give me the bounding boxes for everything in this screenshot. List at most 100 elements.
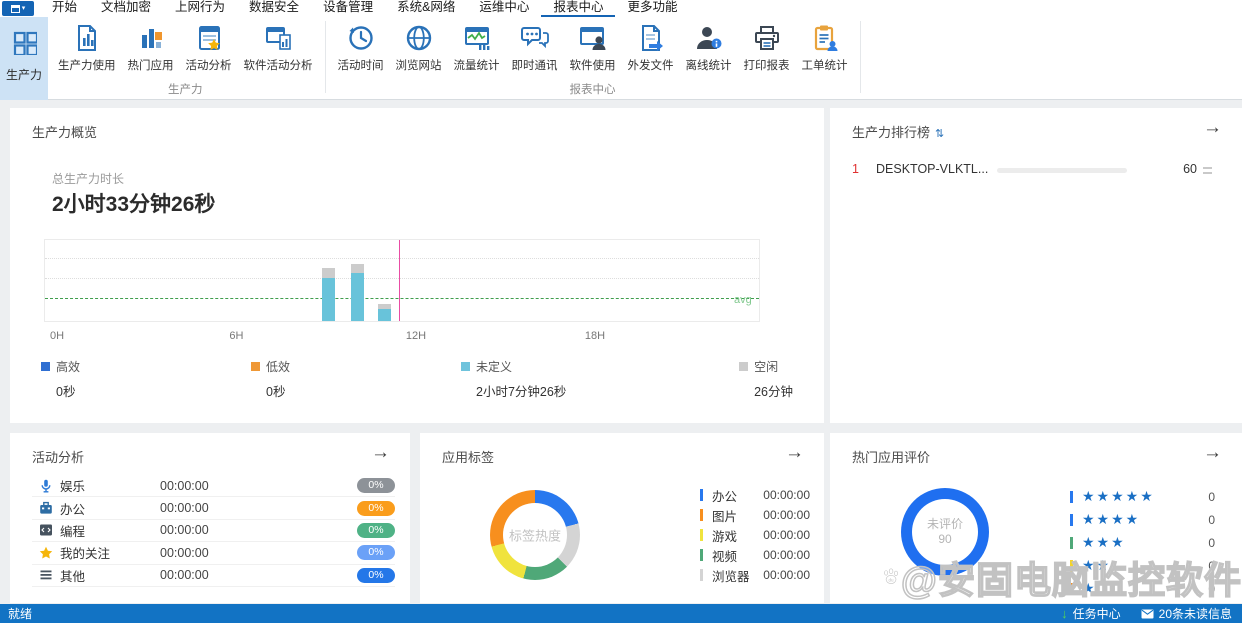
tag-label: 游戏 xyxy=(712,526,737,545)
open-panel-arrow-icon[interactable]: → xyxy=(785,442,804,464)
activity-time: 00:00:00 xyxy=(160,568,209,582)
briefcase-icon xyxy=(39,501,53,515)
menu-tab-7[interactable]: 报表中心 xyxy=(541,0,615,17)
panel-title: 生产力概览 xyxy=(32,122,97,141)
statusbar: 就绪 ↓ 任务中心 20条未读信息 xyxy=(0,604,1242,623)
activity-row[interactable]: 娱乐 00:00:00 0% xyxy=(32,475,395,497)
gridline xyxy=(45,258,759,259)
ribbon-group-label: 报表中心 xyxy=(328,83,858,99)
doc-bars-icon xyxy=(72,23,102,53)
ribbon-divider xyxy=(860,21,861,93)
open-panel-arrow-icon[interactable]: → xyxy=(1203,442,1222,464)
ribbon-button-bars[interactable]: 热门应用 xyxy=(122,21,180,83)
menu-tab-0[interactable]: 开始 xyxy=(40,0,89,17)
star-rating: ★★★★ xyxy=(1082,512,1140,528)
ribbon-button-globe[interactable]: 浏览网站 xyxy=(390,21,448,83)
ribbon-group-label: 生产力 xyxy=(48,83,323,99)
star-rating: ★★ xyxy=(1082,558,1111,574)
activity-label: 我的关注 xyxy=(60,543,110,562)
activity-time: 00:00:00 xyxy=(160,479,209,493)
legend-name: 高效 xyxy=(56,358,80,375)
star-rating: ★★★★★ xyxy=(1082,489,1155,505)
app-menu-button[interactable]: ▾ xyxy=(2,1,34,16)
task-center-button[interactable]: ↓ 任务中心 xyxy=(1061,605,1121,622)
open-panel-arrow-icon[interactable]: → xyxy=(1203,117,1222,139)
activity-row[interactable]: 我的关注 00:00:00 0% xyxy=(32,542,395,564)
total-duration-value: 2小时33分钟26秒 xyxy=(52,188,215,218)
x-tick-label: 0H xyxy=(50,330,64,342)
activity-time: 00:00:00 xyxy=(160,523,209,537)
ribbon-button-clock[interactable]: 活动时间 xyxy=(332,21,390,83)
tag-legend: 办公00:00:00图片00:00:00游戏00:00:00视频00:00:00… xyxy=(700,485,810,585)
activity-row[interactable]: 其他 00:00:00 0% xyxy=(32,565,395,587)
ribbon-group-1: 活动时间浏览网站流量统计即时通讯软件使用外发文件离线统计打印报表工单统计报表中心 xyxy=(328,17,858,99)
rating-count: 0 xyxy=(1208,582,1215,596)
panel-title: 活动分析 xyxy=(32,447,84,466)
legend-tick xyxy=(700,529,703,541)
score-progress-bar xyxy=(997,168,1127,173)
ribbon-button-label: 软件活动分析 xyxy=(244,57,313,73)
ribbon-button-label: 流量统计 xyxy=(454,57,500,73)
legend-name: 未定义 xyxy=(476,358,512,375)
legend-swatch xyxy=(739,362,748,371)
ribbon-button-window-bars[interactable]: 软件活动分析 xyxy=(238,21,319,83)
ribbon-button-label: 活动分析 xyxy=(186,57,232,73)
activity-row[interactable]: 办公 00:00:00 0% xyxy=(32,497,395,519)
code-icon xyxy=(39,523,53,537)
legend-value: 26分钟 xyxy=(754,381,793,400)
panel-hot-app-rating: 热门应用评价 → 未评价 90 ★★★★★0★★★★0★★★0★★0★0 xyxy=(830,433,1242,603)
legend-item: 高效0秒 xyxy=(41,358,80,400)
ribbon-button-doc-arrow[interactable]: 外发文件 xyxy=(622,21,680,83)
menu-tab-5[interactable]: 系统&网络 xyxy=(385,0,467,17)
open-panel-arrow-icon[interactable]: → xyxy=(371,442,390,464)
activity-row[interactable]: 编程 00:00:00 0% xyxy=(32,520,395,542)
activity-time: 00:00:00 xyxy=(160,501,209,515)
star-rating: ★ xyxy=(1082,581,1097,597)
sort-icon[interactable]: ⇅ xyxy=(935,128,944,140)
tag-label: 办公 xyxy=(712,486,737,505)
tag-time: 00:00:00 xyxy=(763,528,810,542)
menu-tab-4[interactable]: 设备管理 xyxy=(311,0,385,17)
ribbon: 生产力 生产力使用热门应用活动分析软件活动分析生产力活动时间浏览网站流量统计即时… xyxy=(0,17,1242,100)
legend-tick xyxy=(700,549,703,561)
productivity-grid-icon xyxy=(11,29,37,60)
donut-center-label: 标签热度 xyxy=(509,526,561,545)
ribbon-button-printer[interactable]: 打印报表 xyxy=(738,21,796,83)
unread-messages-button[interactable]: 20条未读信息 xyxy=(1141,605,1232,622)
ribbon-divider xyxy=(325,21,326,93)
menu-tab-3[interactable]: 数据安全 xyxy=(237,0,311,17)
activity-percent-badge: 0% xyxy=(357,478,395,493)
legend-value: 0秒 xyxy=(266,381,290,400)
tag-legend-row: 图片00:00:00 xyxy=(700,505,810,525)
avg-line xyxy=(45,298,759,299)
ribbon-button-window-pulse[interactable]: 流量统计 xyxy=(448,21,506,83)
tag-label: 视频 xyxy=(712,546,737,565)
x-tick-label: 18H xyxy=(585,330,605,342)
ribbon-button-label: 热门应用 xyxy=(128,57,174,73)
chart-bar xyxy=(351,264,364,321)
ribbon-button-user-info[interactable]: 离线统计 xyxy=(680,21,738,83)
ribbon-button-chat[interactable]: 即时通讯 xyxy=(506,21,564,83)
bar-idle-segment xyxy=(322,268,335,278)
menu-tab-8[interactable]: 更多功能 xyxy=(615,0,689,17)
ranking-row[interactable]: 1 DESKTOP-VLKTL... 60 xyxy=(852,162,1220,180)
ribbon-button-label: 工单统计 xyxy=(802,57,848,73)
bars-icon xyxy=(136,23,166,53)
window-user-icon xyxy=(578,23,608,53)
clipboard-user-icon xyxy=(810,23,840,53)
ribbon-group-0: 生产力使用热门应用活动分析软件活动分析生产力 xyxy=(48,17,323,99)
activity-percent-badge: 0% xyxy=(357,523,395,538)
activity-percent-badge: 0% xyxy=(357,545,395,560)
menu-tab-1[interactable]: 文档加密 xyxy=(89,0,163,17)
chart-legend: 高效0秒低效0秒未定义2小时7分钟26秒空闲26分钟 xyxy=(41,358,793,398)
ribbon-button-window-user[interactable]: 软件使用 xyxy=(564,21,622,83)
ribbon-button-doc-bars[interactable]: 生产力使用 xyxy=(52,21,122,83)
chart-x-axis: 0H6H12H18H xyxy=(44,330,760,344)
menu-tab-6[interactable]: 运维中心 xyxy=(467,0,541,17)
panel-title: 应用标签 xyxy=(442,447,494,466)
ribbon-primary-button[interactable]: 生产力 xyxy=(0,17,48,100)
ribbon-button-clipboard-user[interactable]: 工单统计 xyxy=(796,21,854,83)
rating-row: ★★★0 xyxy=(1070,531,1215,554)
menu-tab-2[interactable]: 上网行为 xyxy=(163,0,237,17)
ribbon-button-doc-star[interactable]: 活动分析 xyxy=(180,21,238,83)
